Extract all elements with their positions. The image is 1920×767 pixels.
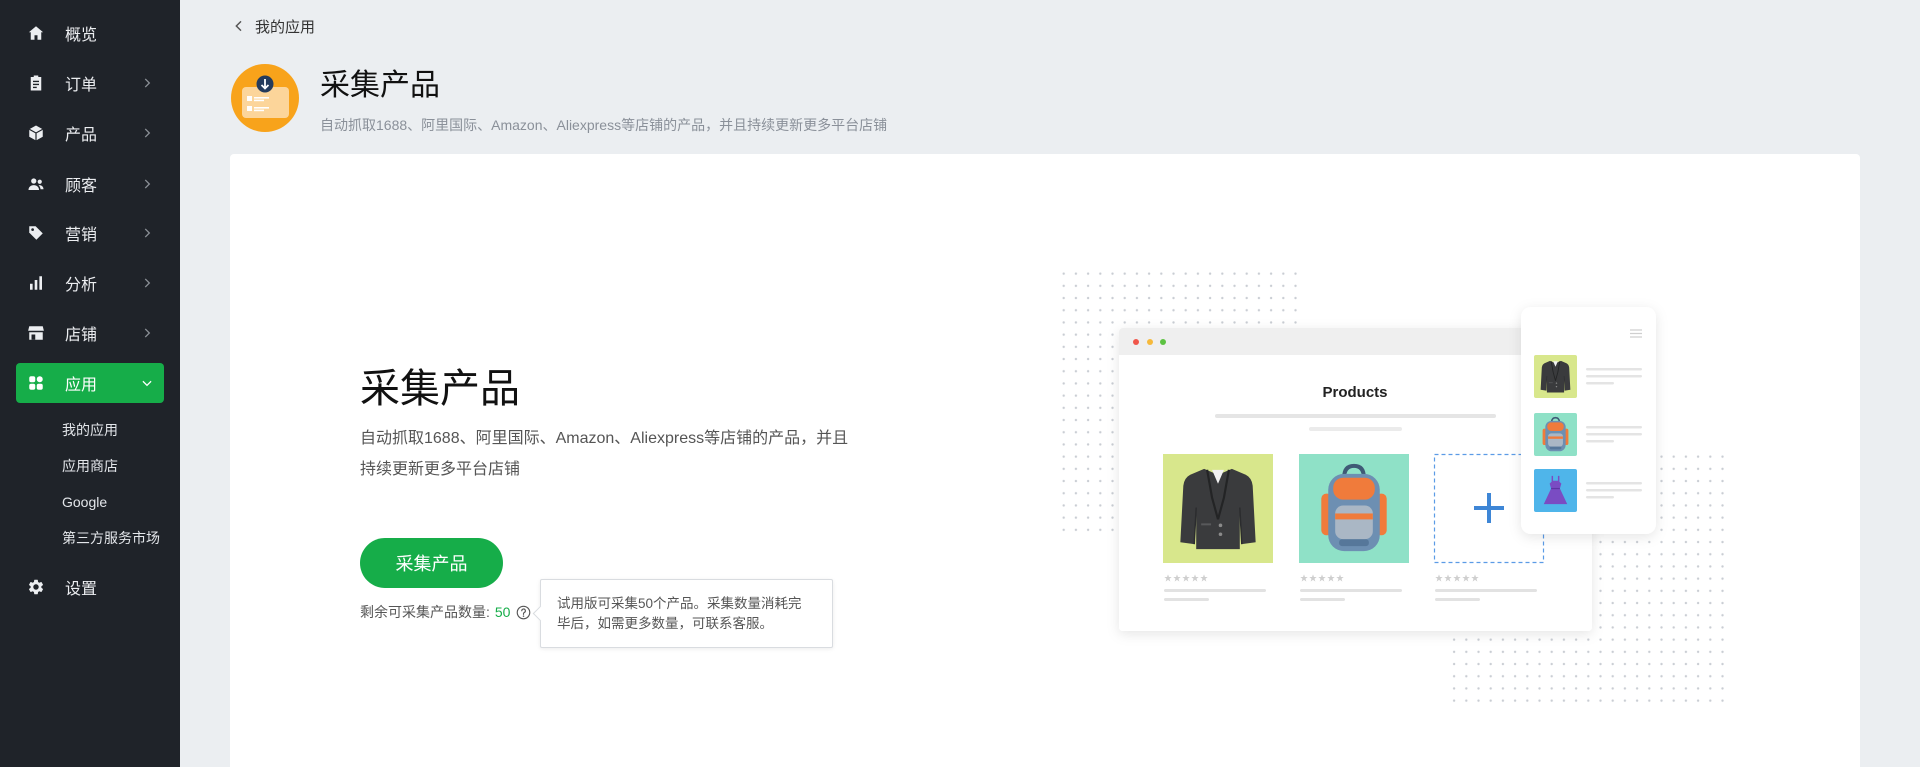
cube-icon — [27, 124, 45, 142]
home-icon — [27, 24, 45, 42]
collect-products-app-icon — [231, 64, 299, 132]
heading-placeholder-line — [1215, 414, 1496, 418]
chevron-down-icon — [142, 380, 152, 387]
back-link-label: 我的应用 — [255, 18, 316, 36]
sidebar-item-analytics[interactable]: 分析 — [16, 263, 164, 303]
chevron-right-icon — [144, 228, 151, 238]
jacket-thumbnail — [1540, 360, 1571, 393]
chevron-left-icon — [235, 20, 242, 32]
jacket-image — [1179, 467, 1257, 551]
product-collection-illustration: Products — [1058, 269, 1730, 708]
sidebar-item-store[interactable]: 店铺 — [16, 313, 164, 353]
sidebar-item-products[interactable]: 产品 — [16, 113, 164, 153]
product-price-placeholder — [1164, 598, 1209, 601]
sidebar-item-apps[interactable]: 应用 — [16, 363, 164, 403]
apps-grid-icon — [27, 374, 45, 392]
tag-icon — [27, 224, 45, 242]
sidebar-item-label: 设置 — [65, 581, 98, 598]
sidebar-subitem-app-store[interactable]: 应用商店 — [62, 454, 118, 478]
page-title: 采集产品 — [320, 69, 440, 102]
card-title: 采集产品 — [360, 367, 520, 411]
sidebar-item-orders[interactable]: 订单 — [16, 63, 164, 103]
product-title-placeholder — [1164, 589, 1266, 592]
chevron-right-icon — [144, 278, 151, 288]
window-minimize-dot — [1147, 339, 1153, 345]
back-link[interactable]: 我的应用 — [231, 15, 315, 37]
sidebar-item-label: 营销 — [65, 227, 98, 244]
sidebar-item-settings[interactable]: 设置 — [16, 567, 164, 607]
sidebar-item-label: 订单 — [65, 77, 98, 94]
gear-icon — [27, 578, 45, 596]
sidebar-subitem-third-party-market[interactable]: 第三方服务市场 — [62, 526, 160, 550]
bar-chart-icon — [27, 274, 45, 292]
window-close-dot — [1133, 339, 1139, 345]
users-icon — [27, 175, 45, 193]
window-maximize-dot — [1160, 339, 1166, 345]
chevron-right-icon — [144, 179, 151, 189]
chevron-right-icon — [144, 328, 151, 338]
sidebar-item-label: 概览 — [65, 27, 98, 44]
product-title-placeholder — [1300, 589, 1402, 592]
clipboard-icon — [27, 74, 45, 92]
card-description: 自动抓取1688、阿里国际、Amazon、Aliexpress等店铺的产品，并且… — [360, 430, 849, 478]
sidebar-item-label: 产品 — [65, 127, 98, 144]
sidebar: 概览 订单 产品 顾客 营销 分析 店铺 应用 我的应用 应用商店 Google… — [0, 0, 180, 767]
products-heading: Products — [1322, 384, 1387, 401]
app-intro-card: 采集产品 自动抓取1688、阿里国际、Amazon、Aliexpress等店铺的… — [230, 154, 1860, 767]
heading-placeholder-line-short — [1309, 427, 1402, 431]
product-price-placeholder — [1300, 598, 1345, 601]
sidebar-subitem-my-apps[interactable]: 我的应用 — [62, 418, 118, 442]
sidebar-item-label: 店铺 — [65, 327, 98, 344]
sidebar-item-marketing[interactable]: 营销 — [16, 213, 164, 253]
chevron-right-icon — [144, 128, 151, 138]
sidebar-item-overview[interactable]: 概览 — [16, 13, 164, 53]
chevron-right-icon — [144, 78, 151, 88]
remaining-quota-label: 剩余可采集产品数量: — [360, 604, 490, 620]
sidebar-item-label: 应用 — [65, 377, 98, 394]
sidebar-item-label: 分析 — [65, 277, 98, 294]
sidebar-item-customers[interactable]: 顾客 — [16, 164, 164, 204]
sidebar-subitem-google[interactable]: Google — [62, 490, 107, 514]
store-icon — [27, 324, 45, 342]
sidebar-item-label: 顾客 — [65, 178, 98, 195]
question-mark-icon[interactable] — [516, 605, 531, 620]
quota-tooltip: 试用版可采集50个产品。采集数量消耗完毕后，如需更多数量，可联系客服。 — [540, 579, 833, 648]
product-title-placeholder — [1435, 589, 1537, 592]
remaining-quota: 剩余可采集产品数量: 50 — [360, 603, 531, 621]
remaining-quota-count: 50 — [494, 604, 511, 620]
page-subtitle: 自动抓取1688、阿里国际、Amazon、Aliexpress等店铺的产品，并且… — [320, 117, 888, 133]
collect-products-button[interactable]: 采集产品 — [360, 538, 503, 588]
product-price-placeholder — [1435, 598, 1480, 601]
